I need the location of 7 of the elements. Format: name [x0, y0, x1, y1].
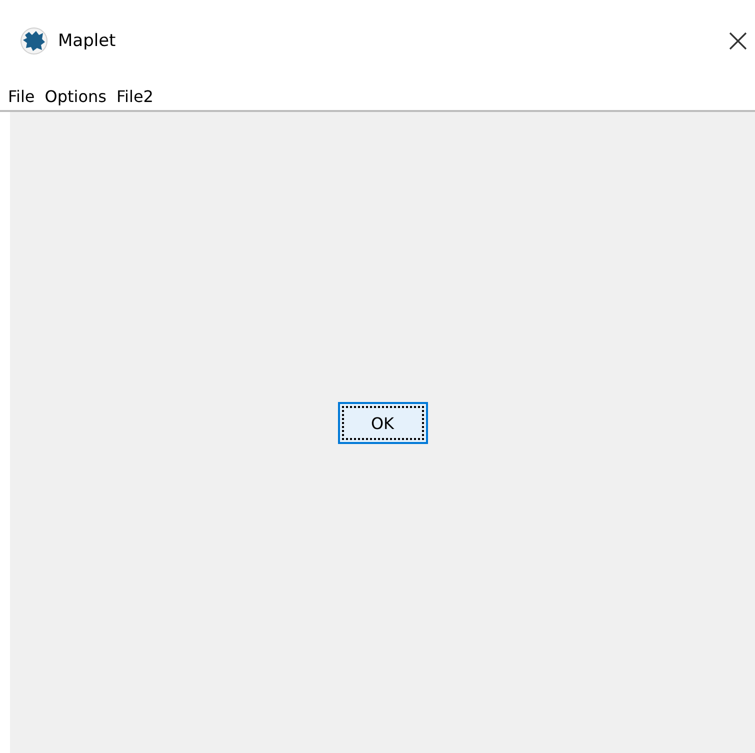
menu-item[interactable]: File2 [116, 86, 154, 106]
close-icon[interactable] [729, 32, 747, 50]
app-logo-icon [20, 27, 48, 55]
ok-button[interactable]: OK [338, 402, 428, 444]
menu-item[interactable]: File [8, 86, 35, 106]
window-title: Maplet [58, 31, 117, 51]
menu-item[interactable]: Options [44, 86, 107, 106]
